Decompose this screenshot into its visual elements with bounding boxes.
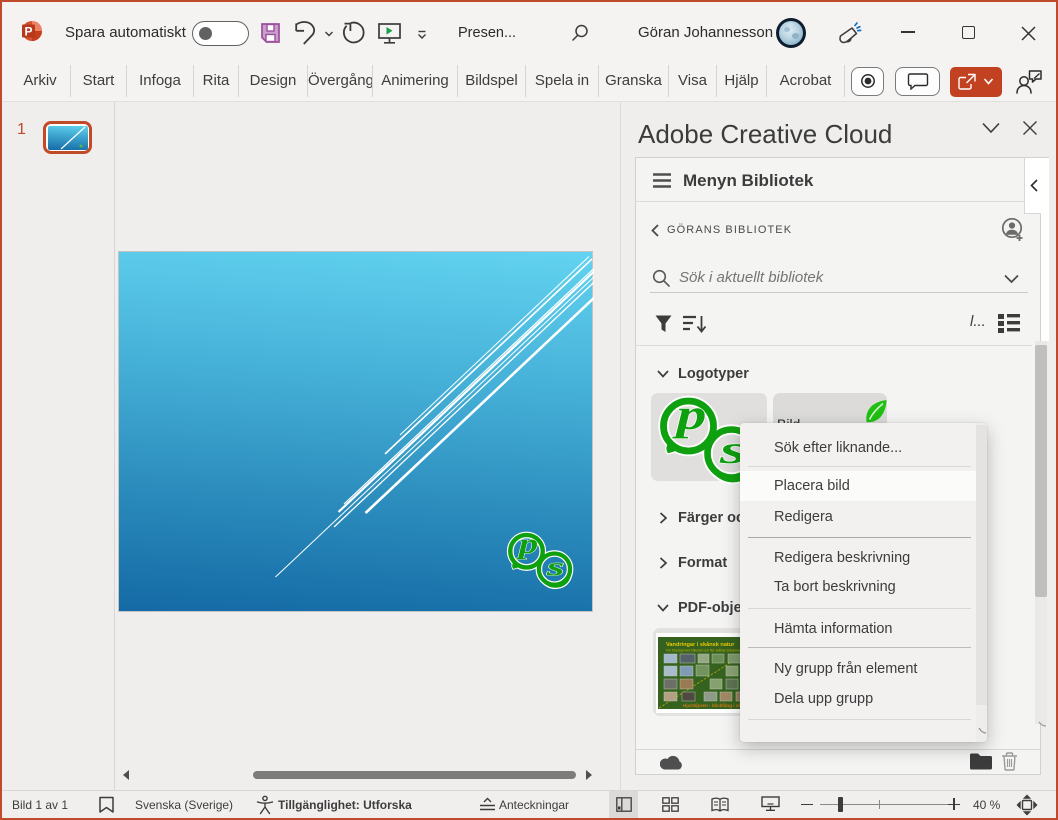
svg-text:Vandringar i skånsk natur: Vandringar i skånsk natur (666, 641, 735, 648)
svg-text:För företag med bilkonst och f: För företag med bilkonst och fler artikl… (666, 649, 743, 653)
svg-text:Hjortdjuren - blickfång i vå: Hjortdjuren - blickfång i vå (683, 702, 741, 708)
svg-text:P: P (24, 25, 32, 39)
